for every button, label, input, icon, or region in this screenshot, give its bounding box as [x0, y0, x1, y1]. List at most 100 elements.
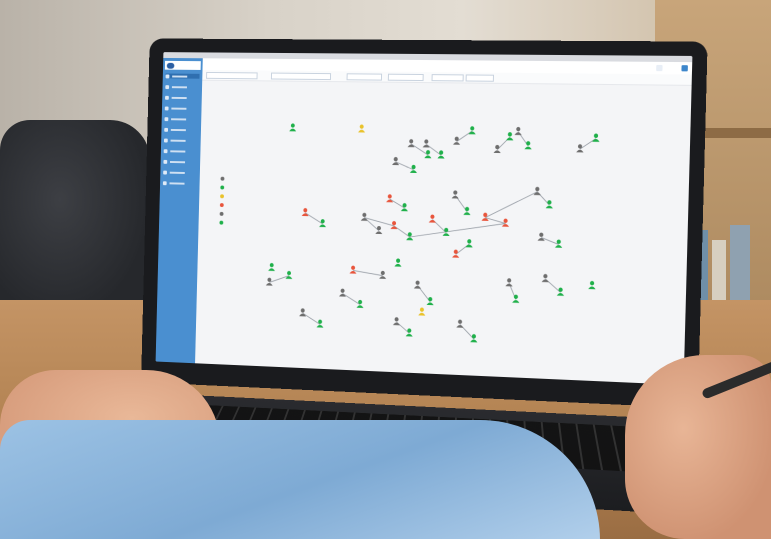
network-graph-canvas[interactable] — [195, 80, 692, 385]
graph-node-user-icon[interactable] — [289, 123, 297, 132]
graph-node-user-icon[interactable] — [506, 132, 514, 141]
graph-node-user-icon[interactable] — [375, 225, 383, 235]
graph-node-user-icon[interactable] — [392, 157, 400, 166]
graph-edge — [342, 293, 360, 304]
graph-node-user-icon[interactable] — [349, 265, 357, 274]
app-logo — [164, 60, 201, 70]
graph-node-user-icon[interactable] — [406, 328, 413, 337]
sidebar-item[interactable] — [164, 106, 199, 111]
shirt-sleeve — [0, 420, 600, 539]
phone-icon — [164, 116, 169, 121]
graph-node-user-icon[interactable] — [413, 280, 421, 289]
sidebar-item[interactable] — [165, 95, 199, 100]
graph-edge — [485, 191, 537, 219]
sidebar-item[interactable] — [164, 116, 198, 121]
graph-node-user-icon[interactable] — [316, 319, 324, 328]
graph-node-user-icon[interactable] — [319, 219, 327, 228]
graph-node-user-icon[interactable] — [493, 144, 501, 154]
graph-node-user-icon[interactable] — [401, 203, 409, 212]
filter-select[interactable] — [206, 71, 258, 80]
graph-node-user-icon[interactable] — [285, 270, 293, 279]
graph-node-user-icon[interactable] — [358, 124, 366, 133]
laptop-screen — [155, 52, 693, 386]
graph-edge — [389, 199, 404, 208]
graph-node-user-icon[interactable] — [514, 126, 522, 136]
help-icon — [162, 180, 167, 185]
sidebar-item[interactable] — [163, 170, 197, 176]
graph-node-user-icon[interactable] — [386, 194, 394, 203]
graph-edge — [302, 313, 320, 324]
graph-node-user-icon[interactable] — [505, 278, 513, 287]
sidebar-item-label — [171, 107, 187, 110]
graph-node-user-icon[interactable] — [537, 232, 545, 241]
sidebar-item[interactable] — [165, 73, 200, 79]
graph-node-user-icon[interactable] — [356, 299, 364, 308]
sidebar-item[interactable] — [165, 84, 199, 89]
sidebar-item-label — [170, 160, 186, 163]
users-icon — [165, 95, 169, 100]
chart-icon — [164, 127, 169, 132]
tools-icon — [163, 170, 167, 175]
graph-edge — [456, 244, 469, 255]
document-icon — [163, 159, 168, 164]
laptop-lid — [141, 38, 708, 409]
graph-node-user-icon[interactable] — [545, 200, 553, 209]
settings-icon — [164, 106, 169, 110]
graph-node-user-icon[interactable] — [468, 126, 476, 135]
graph-node-user-icon[interactable] — [533, 186, 541, 196]
graph-node-user-icon[interactable] — [556, 287, 565, 296]
graph-node-user-icon[interactable] — [576, 144, 584, 153]
sidebar-item[interactable] — [164, 127, 198, 132]
graph-node-user-icon[interactable] — [394, 258, 403, 268]
graph-node-user-icon[interactable] — [470, 334, 478, 343]
sidebar-item-label — [169, 181, 185, 185]
filter-select[interactable] — [387, 73, 424, 82]
graph-node-user-icon[interactable] — [588, 280, 596, 290]
sidebar-item-label — [170, 139, 186, 142]
graph-edge — [410, 221, 506, 240]
graph-node-user-icon[interactable] — [592, 133, 600, 142]
graph-node-user-icon[interactable] — [481, 212, 489, 221]
filter-button[interactable] — [431, 74, 464, 82]
sidebar-item-label — [170, 128, 186, 131]
graph-node-user-icon[interactable] — [451, 190, 459, 199]
header-button-primary[interactable] — [681, 65, 688, 72]
graph-node-user-icon[interactable] — [453, 136, 461, 145]
graph-edge — [457, 131, 473, 142]
header-button-secondary[interactable] — [656, 64, 663, 72]
photo-scene — [0, 0, 771, 539]
graph-node-user-icon[interactable] — [268, 262, 276, 272]
graph-edge — [269, 275, 289, 283]
right-hand — [625, 355, 771, 539]
calendar-icon — [163, 148, 168, 153]
list-icon — [163, 138, 168, 143]
network-graph[interactable] — [195, 80, 692, 385]
graph-edge — [305, 213, 323, 224]
dashboard-icon — [165, 84, 170, 89]
graph-edge — [396, 161, 414, 171]
filter-select[interactable] — [346, 73, 383, 81]
sidebar-item[interactable] — [163, 138, 198, 143]
filter-button[interactable] — [465, 74, 495, 82]
logo-mark-icon — [166, 62, 175, 69]
graph-node-user-icon[interactable] — [512, 294, 520, 303]
graph-node-user-icon[interactable] — [465, 239, 473, 248]
sidebar-item[interactable] — [162, 180, 197, 186]
graph-edge — [353, 270, 383, 275]
graph-node-user-icon[interactable] — [406, 232, 414, 241]
graph-edge — [541, 237, 559, 244]
graph-node-user-icon[interactable] — [418, 307, 425, 316]
graph-node-user-icon[interactable] — [437, 150, 445, 159]
sidebar-item[interactable] — [163, 148, 198, 154]
filter-select[interactable] — [270, 72, 332, 81]
home-icon — [165, 73, 170, 78]
graph-node-user-icon[interactable] — [452, 249, 460, 258]
sidebar-item-label — [172, 75, 188, 78]
graph-node-user-icon[interactable] — [423, 149, 431, 158]
office-chair — [0, 120, 150, 320]
sidebar-item-label — [171, 117, 187, 120]
sidebar-item-label — [169, 171, 185, 174]
graph-edge — [580, 138, 596, 149]
sidebar-item-label — [171, 96, 187, 99]
sidebar-item[interactable] — [163, 159, 197, 165]
